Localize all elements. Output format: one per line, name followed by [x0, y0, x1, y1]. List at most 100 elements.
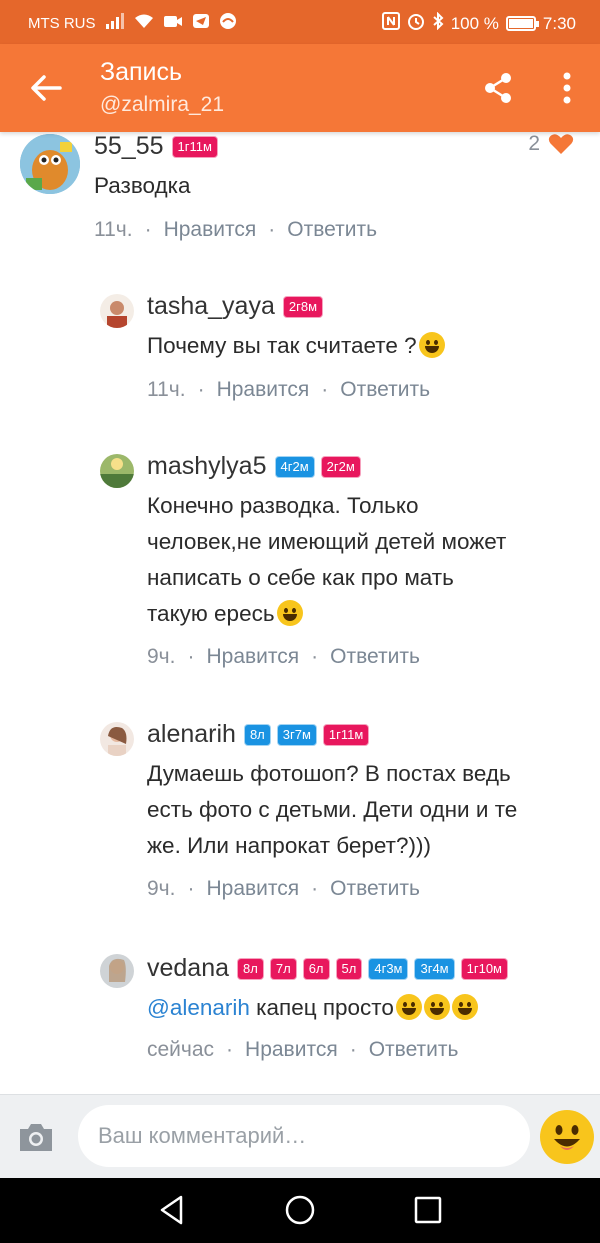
like-button[interactable]: Нравится	[164, 218, 257, 242]
badge: 1г10м	[460, 957, 508, 980]
comment-reply-item: alenarih 8л 3г7м 1г11м Думаешь фотошоп? …	[0, 720, 600, 920]
page-subtitle: @zalmira_21	[100, 93, 225, 116]
comment-time: 11ч.	[94, 218, 133, 241]
page-title: Запись	[100, 58, 183, 86]
badge: 3г7м	[276, 723, 317, 746]
comment-item: 55_55 1г11м 2 Разводка 11ч. · Нравится ·…	[0, 132, 600, 272]
like-button[interactable]: Нравится	[206, 877, 299, 901]
author-line: 55_55 1г11м	[94, 132, 218, 161]
carrier-label: MTS RUS	[28, 15, 96, 32]
comment-input[interactable]	[78, 1105, 530, 1167]
separator-dot: ·	[144, 218, 152, 241]
reply-button[interactable]: Ответить	[287, 218, 377, 242]
attach-photo-button[interactable]	[16, 1119, 56, 1155]
reply-button[interactable]: Ответить	[369, 1038, 459, 1062]
signal-icon	[105, 13, 125, 34]
comment-text: Почему вы так считаете ?	[147, 328, 445, 364]
like-button[interactable]: Нравится	[206, 645, 299, 669]
reply-button[interactable]: Ответить	[330, 645, 420, 669]
separator-dot: ·	[349, 1038, 357, 1061]
bank-app-icon	[219, 12, 237, 35]
more-options-button[interactable]	[545, 66, 589, 110]
status-right: 100 % 7:30	[381, 11, 576, 35]
share-button[interactable]	[476, 66, 520, 110]
status-bar: MTS RUS 100 % 7:30	[0, 0, 600, 44]
nav-recents-button[interactable]	[410, 1192, 446, 1228]
reply-button[interactable]: Ответить	[330, 877, 420, 901]
separator-dot: ·	[187, 877, 195, 900]
comments-feed[interactable]: 55_55 1г11м 2 Разводка 11ч. · Нравится ·…	[0, 132, 600, 1094]
avatar[interactable]	[100, 294, 134, 328]
author-name[interactable]: 55_55	[94, 132, 164, 161]
laughing-tears-emoji-icon	[276, 600, 303, 626]
separator-dot: ·	[187, 645, 195, 668]
author-name[interactable]: tasha_yaya	[147, 292, 275, 321]
comment-text-line: человек,не имеющий детей может	[147, 529, 507, 554]
likes-count: 2	[528, 132, 540, 155]
more-vertical-icon	[563, 72, 571, 104]
battery-percent: 100 %	[450, 13, 499, 33]
comment-time: 9ч.	[147, 877, 176, 900]
badge: 1г11м	[322, 723, 370, 746]
badge: 3г4м	[414, 957, 455, 980]
comment-reply-item: tasha_yaya 2г8м Почему вы так считаете ?…	[0, 292, 600, 412]
nfc-icon	[381, 12, 400, 35]
avatar[interactable]	[100, 954, 134, 988]
separator-dot: ·	[311, 877, 319, 900]
camera-icon	[20, 1124, 52, 1151]
author-name[interactable]: vedana	[147, 954, 229, 983]
nav-home-icon	[285, 1195, 315, 1225]
separator-dot: ·	[321, 378, 329, 401]
send-status-icon	[192, 13, 210, 34]
reply-button[interactable]: Ответить	[340, 378, 430, 402]
comment-text: @alenarih капец просто	[147, 990, 478, 1026]
share-icon	[485, 73, 511, 103]
badge: 4г2м	[274, 455, 315, 478]
author-line: tasha_yaya 2г8м	[147, 292, 324, 321]
author-line: alenarih 8л 3г7м 1г11м	[147, 720, 370, 749]
comment-time: сейчас	[147, 1038, 215, 1061]
comment-meta: 9ч. · Нравится · Ответить	[147, 877, 420, 901]
author-name[interactable]: mashylya5	[147, 452, 267, 481]
back-arrow-icon	[31, 75, 62, 101]
system-nav-bar	[0, 1178, 600, 1243]
laughing-emoji-icon	[423, 994, 450, 1020]
comment-time: 11ч.	[147, 378, 186, 401]
back-button[interactable]	[22, 64, 70, 112]
like-button[interactable]: Нравится	[245, 1038, 338, 1062]
laughing-emoji-icon	[395, 994, 422, 1020]
badge: 6л	[302, 957, 330, 980]
wifi-icon	[134, 13, 154, 34]
comment-text-line: есть фото с детьми. Дети одни и те	[147, 797, 518, 822]
badge: 8л	[243, 723, 271, 746]
avatar[interactable]	[20, 134, 80, 194]
author-line: mashylya5 4г2м 2г2м	[147, 452, 361, 481]
comment-composer	[0, 1094, 600, 1178]
alarm-icon	[407, 12, 425, 35]
badge: 2г8м	[282, 295, 324, 318]
likes-count-group[interactable]: 2	[528, 132, 574, 156]
user-mention-link[interactable]: @alenarih	[147, 995, 250, 1020]
author-line: vedana 8л 7л 6л 5л 4г3м 3г4м 1г10м	[147, 954, 508, 983]
comment-text-line: Конечно разводка. Только	[147, 493, 419, 518]
comment-meta: сейчас · Нравится · Ответить	[147, 1038, 458, 1062]
heart-icon	[548, 134, 574, 154]
avatar[interactable]	[100, 722, 134, 756]
nav-home-button[interactable]	[282, 1192, 318, 1228]
bluetooth-icon	[432, 11, 444, 35]
separator-dot: ·	[268, 218, 276, 241]
like-button[interactable]: Нравится	[217, 378, 310, 402]
badge: 8л	[237, 957, 264, 980]
comment-text: Думаешь фотошоп? В постах ведь есть фото…	[147, 756, 517, 864]
emoji-icon	[541, 1111, 593, 1163]
nav-back-button[interactable]	[154, 1192, 190, 1228]
comment-reply-item: vedana 8л 7л 6л 5л 4г3м 3г4м 1г10м @alen…	[0, 952, 600, 1092]
emoji-button[interactable]	[540, 1110, 594, 1164]
comment-text-body: Почему вы так считаете ?	[147, 333, 417, 358]
smile-emoji-icon	[418, 332, 445, 358]
avatar[interactable]	[100, 454, 134, 488]
comment-text-line: Думаешь фотошоп? В постах ведь	[147, 761, 511, 786]
badge: 1г11м	[171, 135, 218, 158]
author-name[interactable]: alenarih	[147, 720, 236, 749]
comment-time: 9ч.	[147, 645, 176, 668]
